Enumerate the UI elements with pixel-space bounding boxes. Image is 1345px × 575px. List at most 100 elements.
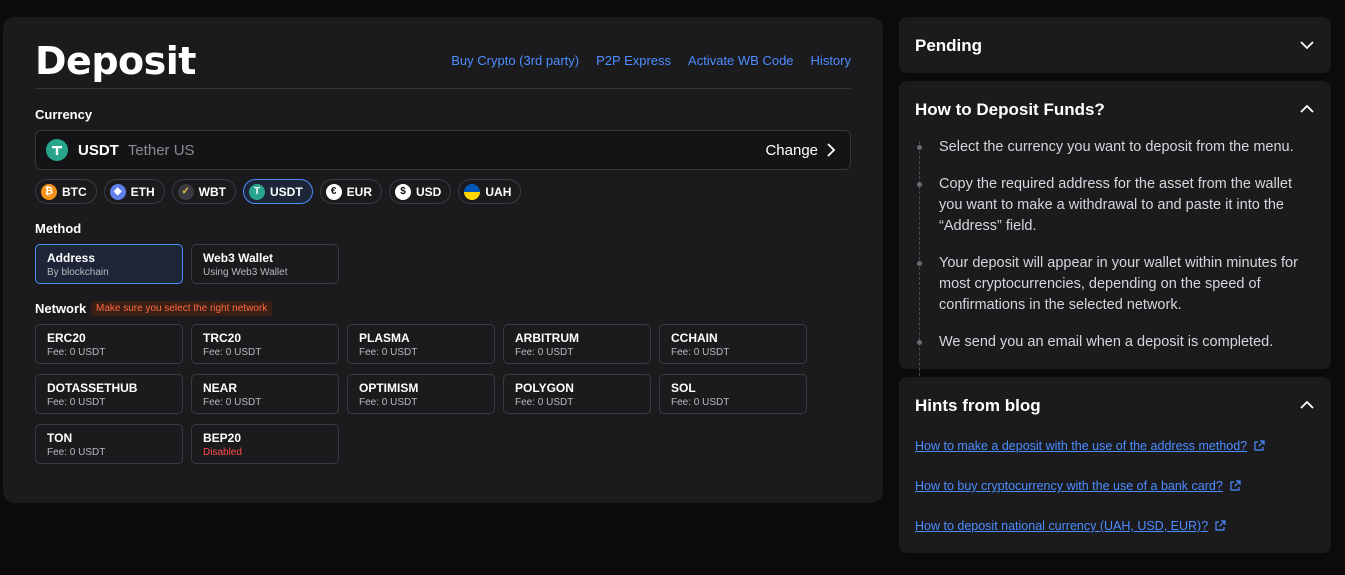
deposit-panel: Deposit Buy Crypto (3rd party) P2P Expre… bbox=[3, 17, 883, 503]
network-option-optimism[interactable]: OPTIMISM Fee: 0 USDT bbox=[347, 374, 495, 414]
step-text: We send you an email when a deposit is c… bbox=[939, 334, 1274, 350]
network-option-erc20[interactable]: ERC20 Fee: 0 USDT bbox=[35, 324, 183, 364]
step-dot bbox=[917, 340, 922, 345]
blog-link-text: How to deposit national currency (UAH, U… bbox=[915, 519, 1209, 533]
how-to-title: How to Deposit Funds? bbox=[915, 100, 1105, 119]
external-link-icon bbox=[1215, 520, 1226, 531]
currency-chip-usdt[interactable]: T USDT bbox=[243, 179, 313, 204]
network-name: SOL bbox=[671, 381, 696, 395]
change-currency-button[interactable]: Change bbox=[765, 142, 836, 159]
buy-crypto-link[interactable]: Buy Crypto (3rd party) bbox=[451, 53, 579, 68]
chip-label: UAH bbox=[485, 184, 512, 199]
network-name: ARBITRUM bbox=[515, 331, 579, 345]
p2p-express-link[interactable]: P2P Express bbox=[596, 53, 671, 68]
chip-label: USD bbox=[416, 184, 442, 199]
network-fee: Fee: 0 USDT bbox=[515, 397, 574, 408]
whitebit-icon: ✓ bbox=[177, 183, 194, 200]
step-text: Copy the required address for the asset … bbox=[939, 176, 1293, 234]
network-disabled-label: Disabled bbox=[203, 447, 242, 458]
pending-title: Pending bbox=[915, 36, 983, 55]
activate-wb-code-link[interactable]: Activate WB Code bbox=[688, 53, 794, 68]
currency-chip-uah[interactable]: UAH bbox=[458, 179, 522, 204]
blog-link-text: How to buy cryptocurrency with the use o… bbox=[915, 479, 1223, 493]
how-to-panel: How to Deposit Funds? Select the currenc… bbox=[899, 81, 1331, 411]
method-title: Web3 Wallet bbox=[203, 251, 274, 265]
step-dot bbox=[917, 261, 922, 266]
network-option-plasma[interactable]: PLASMA Fee: 0 USDT bbox=[347, 324, 495, 364]
network-option-ton[interactable]: TON Fee: 0 USDT bbox=[35, 424, 183, 464]
chevron-right-icon bbox=[827, 143, 836, 157]
chevron-up-icon[interactable] bbox=[1299, 397, 1315, 413]
network-option-polygon[interactable]: POLYGON Fee: 0 USDT bbox=[503, 374, 651, 414]
network-option-arbitrum[interactable]: ARBITRUM Fee: 0 USDT bbox=[503, 324, 651, 364]
chip-label: BTC bbox=[62, 184, 87, 199]
chip-label: EUR bbox=[346, 184, 373, 199]
method-subtitle: By blockchain bbox=[47, 267, 109, 278]
tether-icon: T bbox=[249, 183, 265, 200]
chip-label: ETH bbox=[130, 184, 155, 199]
network-fee: Fee: 0 USDT bbox=[359, 397, 418, 408]
divider bbox=[35, 88, 851, 89]
network-warning-badge: Make sure you select the right network bbox=[91, 301, 273, 316]
network-fee: Fee: 0 USDT bbox=[671, 347, 730, 358]
currency-chip-btc[interactable]: ₿ BTC bbox=[35, 179, 97, 204]
ukraine-flag-icon bbox=[464, 183, 481, 200]
network-name: POLYGON bbox=[515, 381, 574, 395]
chevron-down-icon[interactable] bbox=[1299, 37, 1315, 53]
network-option-trc20[interactable]: TRC20 Fee: 0 USDT bbox=[191, 324, 339, 364]
method-address[interactable]: Address By blockchain bbox=[35, 244, 183, 284]
network-name: ERC20 bbox=[47, 331, 86, 345]
ethereum-icon: ◆ bbox=[109, 183, 126, 200]
network-fee: Fee: 0 USDT bbox=[203, 347, 262, 358]
network-option-dotassethub[interactable]: DOTASSETHUB Fee: 0 USDT bbox=[35, 374, 183, 414]
step-dot bbox=[917, 182, 922, 187]
network-option-near[interactable]: NEAR Fee: 0 USDT bbox=[191, 374, 339, 414]
currency-chip-eth[interactable]: ◆ ETH bbox=[103, 179, 165, 204]
network-option-bep20: BEP20 Disabled bbox=[191, 424, 339, 464]
tether-icon bbox=[46, 139, 68, 161]
network-name: DOTASSETHUB bbox=[47, 381, 138, 395]
network-option-sol[interactable]: SOL Fee: 0 USDT bbox=[659, 374, 807, 414]
blog-link[interactable]: How to deposit national currency (UAH, U… bbox=[915, 519, 1226, 533]
network-name: TRC20 bbox=[203, 331, 242, 345]
blog-link-text: How to make a deposit with the use of th… bbox=[915, 439, 1248, 453]
method-label: Method bbox=[35, 221, 82, 236]
change-label: Change bbox=[765, 141, 818, 159]
currency-chips: ₿ BTC ◆ ETH ✓ WBT T USDT € EUR $ USD UAH bbox=[35, 179, 522, 204]
network-fee: Fee: 0 USDT bbox=[47, 397, 106, 408]
chip-label: WBT bbox=[198, 184, 226, 199]
network-fee: Fee: 0 USDT bbox=[515, 347, 574, 358]
network-name: PLASMA bbox=[359, 331, 410, 345]
external-link-icon bbox=[1254, 440, 1265, 451]
network-name: TON bbox=[47, 431, 73, 445]
currency-chip-wbt[interactable]: ✓ WBT bbox=[171, 179, 236, 204]
currency-selector[interactable]: USDT Tether US Change bbox=[35, 130, 851, 170]
chevron-up-icon[interactable] bbox=[1299, 101, 1315, 117]
step-item: Select the currency you want to deposit … bbox=[915, 137, 1319, 158]
chip-label: USDT bbox=[270, 184, 303, 199]
network-option-cchain[interactable]: CCHAIN Fee: 0 USDT bbox=[659, 324, 807, 364]
blog-panel: Hints from blog How to make a deposit wi… bbox=[899, 377, 1331, 553]
deposit-links: Buy Crypto (3rd party) P2P Express Activ… bbox=[451, 53, 851, 68]
currency-chip-usd[interactable]: $ USD bbox=[389, 179, 452, 204]
step-text: Select the currency you want to deposit … bbox=[939, 139, 1294, 155]
currency-name: Tether US bbox=[127, 141, 195, 159]
blog-link[interactable]: How to make a deposit with the use of th… bbox=[915, 439, 1265, 453]
network-name: BEP20 bbox=[203, 431, 242, 445]
step-item: Your deposit will appear in your wallet … bbox=[915, 253, 1319, 316]
pending-panel[interactable]: Pending bbox=[899, 17, 1331, 73]
network-name: CCHAIN bbox=[671, 331, 718, 345]
how-to-steps: Select the currency you want to deposit … bbox=[915, 137, 1319, 353]
currency-chip-eur[interactable]: € EUR bbox=[319, 179, 383, 204]
network-label: Network bbox=[35, 301, 87, 316]
method-web3-wallet[interactable]: Web3 Wallet Using Web3 Wallet bbox=[191, 244, 339, 284]
step-text: Your deposit will appear in your wallet … bbox=[939, 255, 1298, 313]
currency-label: Currency bbox=[35, 107, 93, 122]
network-fee: Fee: 0 USDT bbox=[203, 397, 262, 408]
blog-link[interactable]: How to buy cryptocurrency with the use o… bbox=[915, 479, 1241, 493]
page-title: Deposit bbox=[35, 39, 196, 83]
currency-code: USDT bbox=[78, 141, 119, 159]
blog-title: Hints from blog bbox=[915, 396, 1041, 415]
history-link[interactable]: History bbox=[811, 53, 851, 68]
step-item: Copy the required address for the asset … bbox=[915, 174, 1319, 237]
